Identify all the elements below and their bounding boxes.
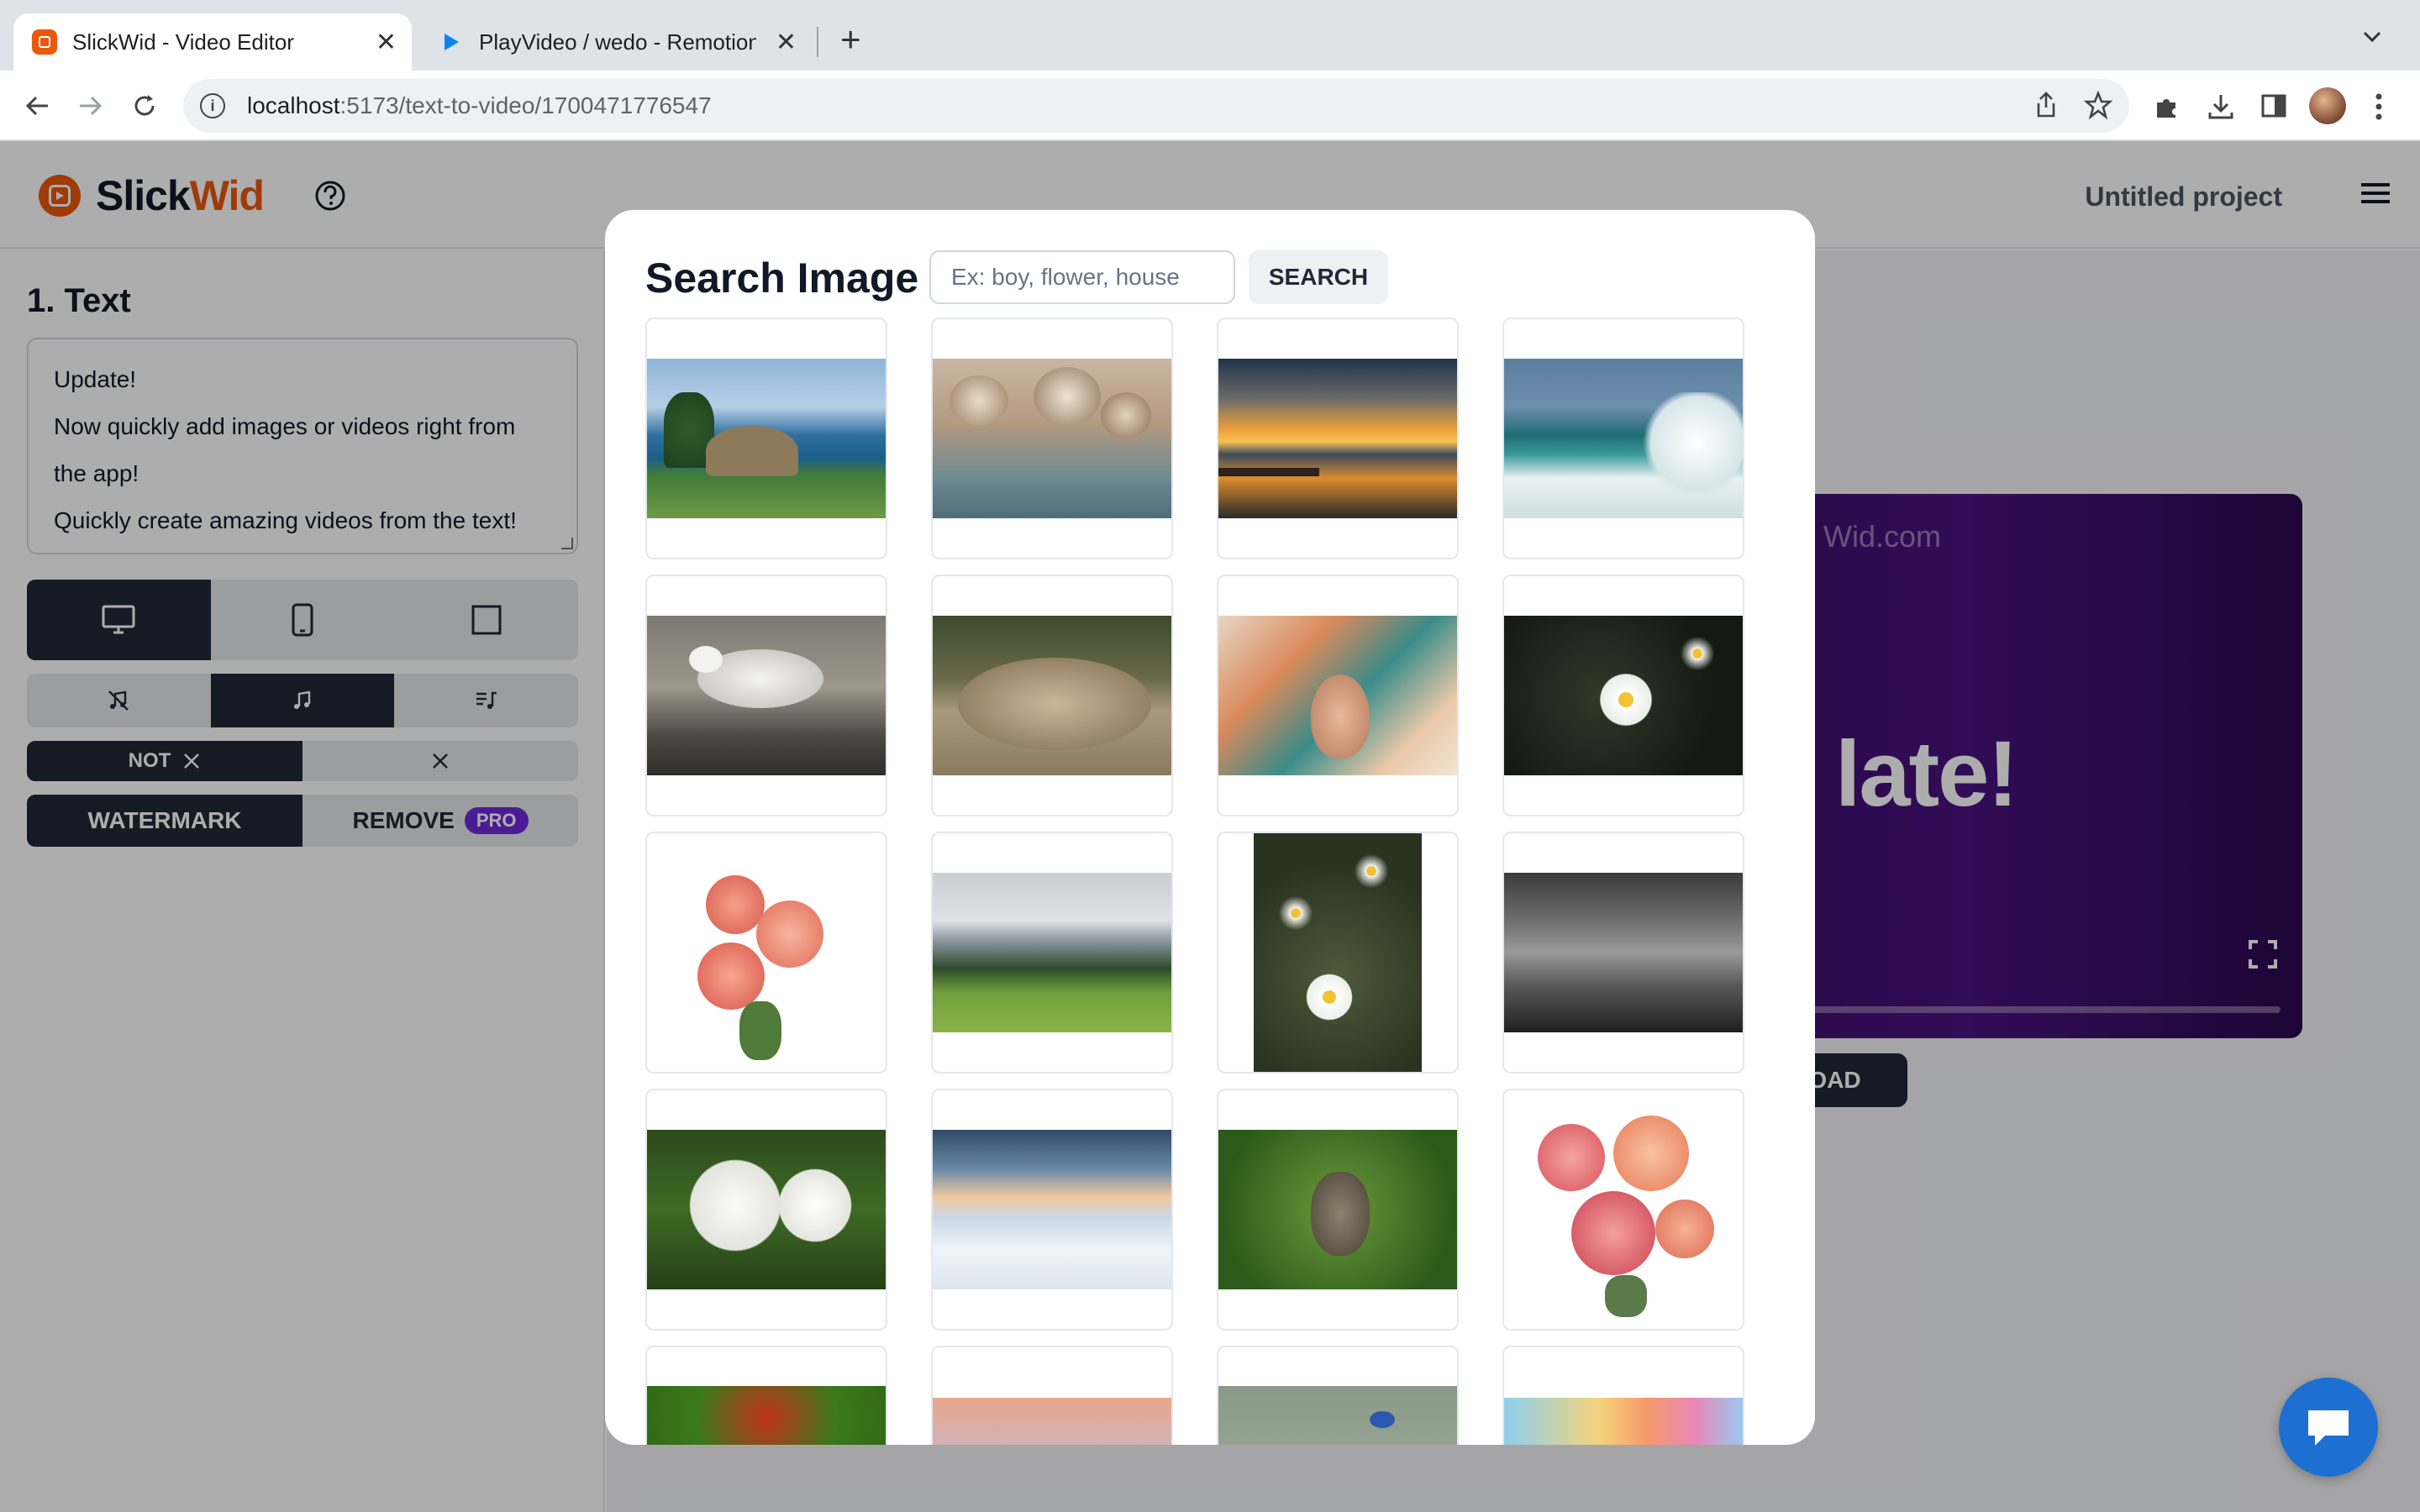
image-result-rose-bouquet[interactable] <box>645 832 887 1074</box>
image-result-resting-duck[interactable] <box>931 575 1173 816</box>
tab-separator <box>817 27 818 57</box>
image-result-stormy-sky[interactable] <box>1502 832 1744 1074</box>
image-result-ocean-wave[interactable] <box>1502 318 1744 559</box>
back-arrow-icon[interactable] <box>13 82 60 129</box>
forward-arrow-icon[interactable] <box>67 82 114 129</box>
image-result-bird-on-branch[interactable] <box>1217 1346 1459 1445</box>
side-panel-icon[interactable] <box>2260 92 2287 123</box>
chat-support-button[interactable] <box>2279 1378 2378 1477</box>
image-thumbnail <box>647 616 886 775</box>
address-bar[interactable]: i localhost:5173/text-to-video/170047177… <box>183 79 2129 133</box>
image-result-daisy[interactable] <box>1502 575 1744 816</box>
site-info-icon[interactable]: i <box>200 93 225 118</box>
image-result-floral-woman-portrait[interactable] <box>1217 575 1459 816</box>
bookmark-star-icon[interactable] <box>2083 90 2113 126</box>
image-search-input[interactable] <box>929 250 1235 304</box>
image-thumbnail <box>647 833 886 1072</box>
image-thumbnail <box>933 873 1171 1032</box>
image-result-rainbow-clouds[interactable] <box>1502 1346 1744 1445</box>
search-image-modal: Search Image SEARCH <box>605 210 1815 1445</box>
extensions-puzzle-icon[interactable] <box>2153 92 2181 125</box>
search-button[interactable]: SEARCH <box>1249 250 1388 304</box>
image-thumbnail <box>1218 1130 1457 1289</box>
remotion-favicon-icon <box>439 29 464 55</box>
close-tab-icon[interactable]: ✕ <box>376 28 397 57</box>
image-result-rose-bouquet-watercolor[interactable] <box>1502 1089 1744 1331</box>
close-tab-icon[interactable]: ✕ <box>776 28 797 57</box>
image-thumbnail <box>933 1398 1171 1445</box>
image-thumbnail <box>647 1130 886 1289</box>
reload-icon[interactable] <box>121 82 168 129</box>
new-tab-plus-icon[interactable]: + <box>840 22 861 57</box>
image-thumbnail <box>1504 1398 1743 1445</box>
image-thumbnail <box>1504 1090 1743 1329</box>
image-result-white-flowers[interactable] <box>645 1089 887 1331</box>
image-result-coastal-island[interactable] <box>645 318 887 559</box>
tab-playvideo[interactable]: PlayVideo / wedo - Remotion S ✕ <box>420 13 812 71</box>
image-thumbnail <box>647 1386 886 1445</box>
image-thumbnail <box>933 616 1171 775</box>
image-thumbnail <box>647 359 886 518</box>
image-thumbnail <box>1218 359 1457 518</box>
profile-avatar[interactable] <box>2309 87 2346 124</box>
image-thumbnail <box>1504 616 1743 775</box>
image-thumbnail <box>1218 616 1457 775</box>
modal-title: Search Image <box>645 255 919 302</box>
downloads-icon[interactable] <box>2207 92 2235 125</box>
browser-tab-bar: SlickWid - Video Editor ✕ PlayVideo / we… <box>0 0 2420 71</box>
browser-toolbar: i localhost:5173/text-to-video/170047177… <box>0 71 2420 141</box>
image-thumbnail <box>1218 1386 1457 1445</box>
image-result-winter-sunset[interactable] <box>931 1346 1173 1445</box>
tab-title: SlickWid - Video Editor <box>72 29 294 55</box>
share-icon[interactable] <box>2033 91 2059 126</box>
image-result-sunset-pier[interactable] <box>1217 318 1459 559</box>
image-result-seagull[interactable] <box>645 575 887 816</box>
image-result-red-flower[interactable] <box>645 1346 887 1445</box>
image-thumbnail <box>933 1130 1171 1289</box>
chat-bubble-icon <box>2308 1410 2349 1446</box>
image-result-snowy-landscape[interactable] <box>931 1089 1173 1331</box>
tab-title: PlayVideo / wedo - Remotion S <box>479 29 756 55</box>
image-result-daisies-vertical[interactable] <box>1217 832 1459 1074</box>
url-text: localhost:5173/text-to-video/17004717765… <box>247 92 712 118</box>
image-result-owl[interactable] <box>1217 1089 1459 1331</box>
image-thumbnail <box>1504 359 1743 518</box>
image-thumbnail <box>1254 833 1422 1072</box>
tab-slickwid[interactable]: SlickWid - Video Editor ✕ <box>13 13 412 71</box>
tab-search-chevron-icon[interactable] <box>2361 25 2383 54</box>
image-result-alpine-meadow[interactable] <box>931 832 1173 1074</box>
browser-menu-kebab-icon[interactable] <box>2375 92 2383 125</box>
slickwid-favicon-icon <box>32 29 57 55</box>
image-thumbnail <box>933 359 1171 518</box>
image-thumbnail <box>1504 873 1743 1032</box>
image-result-dried-flowers[interactable] <box>931 318 1173 559</box>
